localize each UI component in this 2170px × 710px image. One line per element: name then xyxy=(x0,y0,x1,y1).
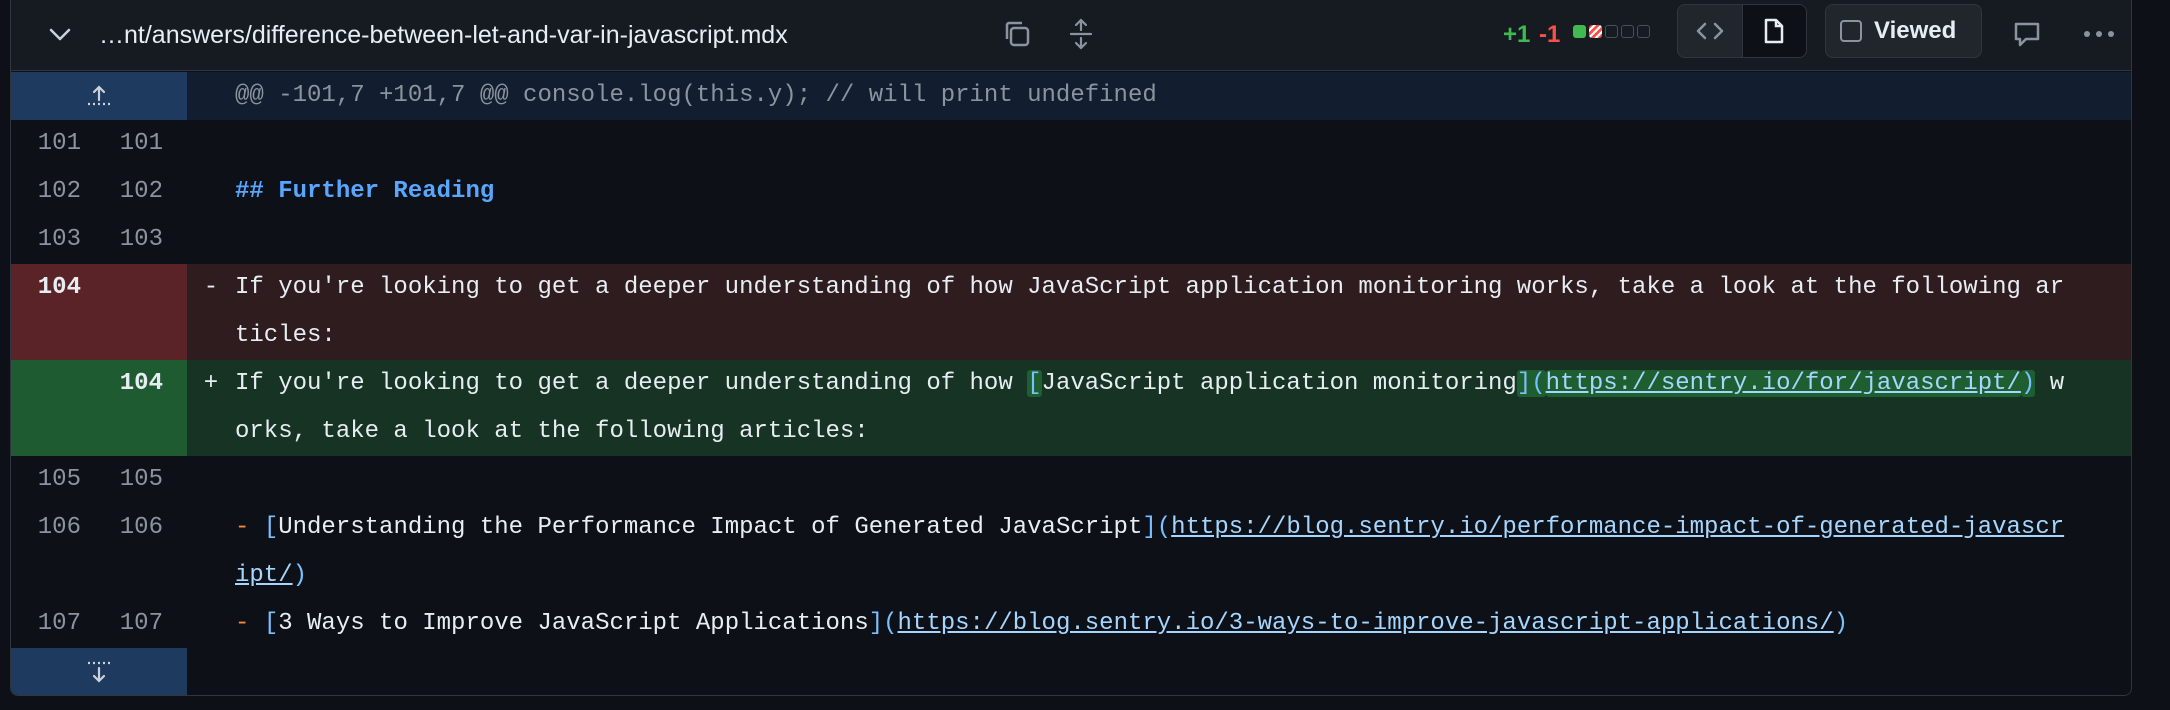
bracket-mid: ]( xyxy=(868,610,898,637)
new-line-number[interactable]: 105 xyxy=(99,456,187,504)
diffstat-block-add xyxy=(1573,25,1586,38)
diff-line: 101 101 xyxy=(11,120,2131,168)
old-line-number[interactable]: 103 xyxy=(11,216,99,264)
additions-count: +1 xyxy=(1503,21,1531,48)
rich-view-button[interactable] xyxy=(1741,5,1806,57)
viewed-label: Viewed xyxy=(1874,17,1957,44)
hunk-header: @@ -101,7 +101,7 @@ console.log(this.y);… xyxy=(235,82,1157,109)
diff-line: 103 103 xyxy=(11,216,2131,264)
expand-down-row xyxy=(11,648,2131,695)
link-text: JavaScript application monitoring xyxy=(1041,370,1517,397)
deletions-count: -1 xyxy=(1539,21,1561,48)
deletion-marker: - xyxy=(203,274,219,301)
diffstat-block-neutral xyxy=(1637,25,1650,38)
expand-up-button[interactable] xyxy=(11,72,187,120)
bracket-open: [ xyxy=(1027,370,1042,397)
expand-all-icon[interactable] xyxy=(1063,14,1099,54)
comment-icon[interactable] xyxy=(2007,14,2047,54)
bracket-open: [ xyxy=(263,610,279,637)
link-url[interactable]: https://blog.sentry.io/3-ways-to-improve… xyxy=(898,610,1834,637)
view-toggle xyxy=(1677,4,1807,58)
old-line-number[interactable]: 102 xyxy=(11,168,99,216)
diffstat-block-neutral xyxy=(1605,25,1618,38)
diff-line: 106 106 - [Understanding the Performance… xyxy=(11,504,2131,600)
hunk-header-row: @@ -101,7 +101,7 @@ console.log(this.y);… xyxy=(11,72,2131,120)
code-line-deleted: If you're looking to get a deeper unders… xyxy=(235,274,2065,349)
code-line-added: If you're looking to get a deeper unders… xyxy=(235,360,2131,456)
viewed-checkbox[interactable] xyxy=(1840,20,1862,42)
diffstat-blocks xyxy=(1573,25,1650,38)
diff-file: …nt/answers/difference-between-let-and-v… xyxy=(10,0,2132,696)
file-path[interactable]: …nt/answers/difference-between-let-and-v… xyxy=(99,18,788,52)
new-line-number[interactable]: 106 xyxy=(99,504,187,600)
bracket-mid: ]( xyxy=(1142,514,1172,541)
old-line-number[interactable]: 101 xyxy=(11,120,99,168)
new-line-number[interactable] xyxy=(99,264,187,360)
new-line-number[interactable]: 107 xyxy=(99,600,187,648)
bracket-mid: ]( xyxy=(1516,370,1546,397)
expand-down-button[interactable] xyxy=(11,648,187,695)
code-line: - [Understanding the Performance Impact … xyxy=(235,504,2131,600)
list-dash: - xyxy=(235,514,250,541)
diffstat-block-del xyxy=(1589,25,1602,38)
diff-line: 105 105 xyxy=(11,456,2131,504)
link-url[interactable]: https://sentry.io/for/javascript/ xyxy=(1545,370,2021,397)
bracket-close: ) xyxy=(1833,610,1849,637)
new-line-number[interactable]: 104 xyxy=(99,360,187,456)
text-segment: If you're looking to get a deeper unders… xyxy=(235,370,1028,397)
old-line-number[interactable]: 104 xyxy=(11,264,99,360)
diff-line: 107 107 - [3 Ways to Improve JavaScript … xyxy=(11,600,2131,648)
copy-icon[interactable] xyxy=(997,14,1037,54)
file-header: …nt/answers/difference-between-let-and-v… xyxy=(11,0,2131,71)
kebab-menu-icon[interactable] xyxy=(2079,14,2119,54)
bracket-close: ) xyxy=(292,562,308,589)
old-line-number[interactable]: 105 xyxy=(11,456,99,504)
old-line-number[interactable] xyxy=(11,360,99,456)
bracket-close: ) xyxy=(2020,370,2036,397)
addition-marker: + xyxy=(203,370,219,397)
viewed-button[interactable]: Viewed xyxy=(1825,4,1982,58)
added-line: 104 + If you're looking to get a deeper … xyxy=(11,360,2131,456)
code-line-heading: ## Further Reading xyxy=(235,178,495,205)
old-line-number[interactable]: 106 xyxy=(11,504,99,600)
list-dash: - xyxy=(235,610,250,637)
old-line-number[interactable]: 107 xyxy=(11,600,99,648)
deleted-line: 104 - If you're looking to get a deeper … xyxy=(11,264,2131,360)
link-title: 3 Ways to Improve JavaScript Application… xyxy=(278,610,869,637)
bracket-open: [ xyxy=(263,514,279,541)
link-title: Understanding the Performance Impact of … xyxy=(278,514,1143,541)
new-line-number[interactable]: 103 xyxy=(99,216,187,264)
new-line-number[interactable]: 102 xyxy=(99,168,187,216)
diff-body: @@ -101,7 +101,7 @@ console.log(this.y);… xyxy=(11,72,2131,695)
new-line-number[interactable]: 101 xyxy=(99,120,187,168)
diffstat-block-neutral xyxy=(1621,25,1634,38)
source-view-button[interactable] xyxy=(1678,5,1742,57)
chevron-down-icon[interactable] xyxy=(41,16,79,54)
diff-line: 102 102 ## Further Reading xyxy=(11,168,2131,216)
code-line: - [3 Ways to Improve JavaScript Applicat… xyxy=(235,600,2131,648)
